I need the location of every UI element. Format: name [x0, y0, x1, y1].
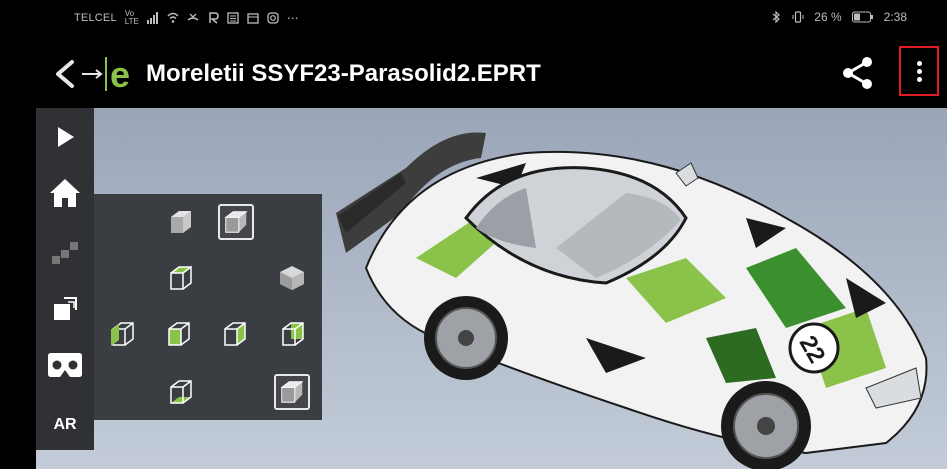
- clock: 2:38: [883, 10, 907, 24]
- view-bottom-button[interactable]: [162, 374, 198, 410]
- fit-view-icon: [54, 297, 77, 320]
- app-notification-icon: [209, 12, 219, 24]
- back-button[interactable]: e: [54, 54, 138, 94]
- view-top-button[interactable]: [162, 260, 198, 296]
- view-iso-corner-button[interactable]: [274, 374, 310, 410]
- view-iso-button[interactable]: [274, 260, 310, 296]
- iso-top-cube-icon: [224, 211, 248, 233]
- menu-dot-2: [917, 69, 922, 74]
- left-edge: [0, 108, 36, 469]
- menu-dot-3: [917, 77, 922, 82]
- explode-icon: [52, 242, 78, 264]
- home-icon: [50, 179, 80, 207]
- home-button[interactable]: [44, 172, 86, 214]
- car-model-image[interactable]: 22: [326, 108, 947, 469]
- wifi-icon: [167, 12, 179, 23]
- play-icon: [58, 127, 74, 147]
- fit-view-button[interactable]: [44, 288, 86, 330]
- view-left-button[interactable]: [104, 316, 140, 352]
- vr-headset-icon: [48, 353, 82, 377]
- share-icon[interactable]: [839, 54, 877, 92]
- view-back-button[interactable]: [274, 316, 310, 352]
- app-bar: e Moreletii SSYF23-Parasolid2.EPRT: [0, 36, 947, 108]
- more-notifications-icon: ⋯: [286, 11, 299, 25]
- explode-button[interactable]: [44, 230, 86, 272]
- view-right-button[interactable]: [216, 316, 252, 352]
- iso-cube-icon: [280, 266, 304, 290]
- vibrate-icon: [792, 11, 804, 23]
- bottom-view-cube-icon: [170, 380, 192, 404]
- page-title: Moreletii SSYF23-Parasolid2.EPRT: [146, 60, 541, 87]
- view-top-shaded-button[interactable]: [162, 204, 198, 240]
- view-front-button[interactable]: [160, 316, 196, 352]
- play-button[interactable]: [44, 116, 86, 158]
- iso-corner-cube-icon: [280, 381, 304, 403]
- instagram-icon: [267, 12, 279, 24]
- back-arrow-icon: [56, 60, 74, 88]
- status-bar: TELCEL Vo LTE ⋯ 26 % 2:38: [0, 0, 947, 36]
- news-icon: [227, 12, 239, 24]
- signal-icon: [146, 12, 158, 24]
- left-toolbar: AR: [36, 108, 94, 450]
- status-left: TELCEL Vo LTE ⋯: [74, 10, 299, 26]
- vr-button[interactable]: [44, 344, 86, 386]
- left-view-cube-icon: [111, 322, 134, 346]
- back-view-cube-icon: [282, 322, 304, 346]
- overflow-menu-button[interactable]: [899, 46, 939, 96]
- ar-button[interactable]: AR: [44, 404, 86, 446]
- front-view-cube-icon: [168, 322, 190, 346]
- battery-icon: [851, 11, 873, 23]
- bluetooth-icon: [772, 11, 781, 23]
- calendar-icon: [247, 13, 259, 24]
- shaded-cube-icon: [171, 211, 191, 233]
- top-view-cube-icon: [170, 265, 192, 290]
- carrier-label: TELCEL: [74, 12, 117, 24]
- menu-dot-1: [917, 61, 922, 66]
- right-view-cube-icon: [224, 322, 246, 346]
- battery-percent: 26 %: [814, 10, 842, 24]
- standard-views-panel: [94, 194, 322, 420]
- volte-label: Vo LTE: [124, 9, 139, 26]
- status-right: 26 % 2:38: [770, 10, 907, 24]
- logo-e: e: [110, 54, 130, 94]
- view-iso-top-button[interactable]: [218, 204, 254, 240]
- ar-label: AR: [53, 416, 77, 433]
- missed-call-icon: [187, 13, 199, 21]
